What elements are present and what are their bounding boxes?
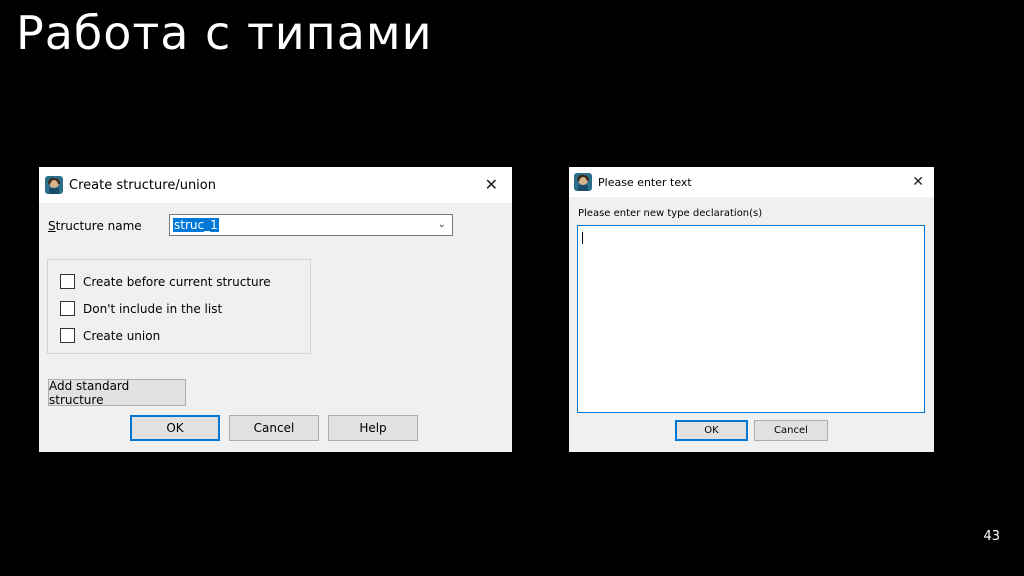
- option-create-before[interactable]: Create before current structure: [60, 274, 271, 289]
- options-groupbox: Create before current structure Don't in…: [47, 259, 311, 354]
- option-dont-include[interactable]: Don't include in the list: [60, 301, 222, 316]
- checkbox[interactable]: [60, 328, 75, 343]
- prompt-label: Please enter new type declaration(s): [578, 208, 763, 219]
- type-declaration-textarea[interactable]: [577, 225, 925, 413]
- dialog-titlebar: Please enter text ✕: [569, 167, 934, 197]
- cancel-button[interactable]: Cancel: [229, 415, 319, 441]
- checkbox[interactable]: [60, 301, 75, 316]
- ok-button[interactable]: OK: [130, 415, 220, 441]
- add-standard-structure-button[interactable]: Add standard structure: [48, 379, 186, 407]
- chevron-down-icon[interactable]: ⌄: [438, 219, 446, 230]
- option-label: Create union: [83, 328, 161, 343]
- page-number: 43: [983, 529, 1000, 544]
- cancel-button[interactable]: Cancel: [754, 420, 828, 441]
- dialog-title: Create structure/union: [69, 177, 216, 193]
- slide-title: Работа с типами: [16, 6, 433, 60]
- dialog-title: Please enter text: [598, 175, 692, 189]
- structure-name-label: Structure name: [48, 219, 142, 233]
- close-icon[interactable]: ✕: [485, 177, 498, 193]
- structure-name-combobox[interactable]: struc_1 ⌄: [169, 214, 453, 236]
- option-label: Don't include in the list: [83, 301, 223, 316]
- dialog-titlebar: Create structure/union ✕: [39, 167, 512, 203]
- help-button[interactable]: Help: [328, 415, 418, 441]
- structure-name-label-rest: tructure name: [55, 219, 142, 233]
- ok-button[interactable]: OK: [675, 420, 748, 441]
- option-create-union[interactable]: Create union: [60, 328, 160, 343]
- ida-app-icon: [45, 176, 63, 194]
- create-structure-dialog: Create structure/union ✕ Structure name …: [39, 167, 512, 452]
- structure-name-value: struc_1: [173, 218, 219, 232]
- ida-app-icon: [574, 173, 592, 191]
- close-icon[interactable]: ✕: [912, 175, 924, 189]
- text-caret: [582, 232, 583, 244]
- enter-text-dialog: Please enter text ✕ Please enter new typ…: [569, 167, 934, 452]
- option-label: Create before current structure: [83, 274, 271, 289]
- checkbox[interactable]: [60, 274, 75, 289]
